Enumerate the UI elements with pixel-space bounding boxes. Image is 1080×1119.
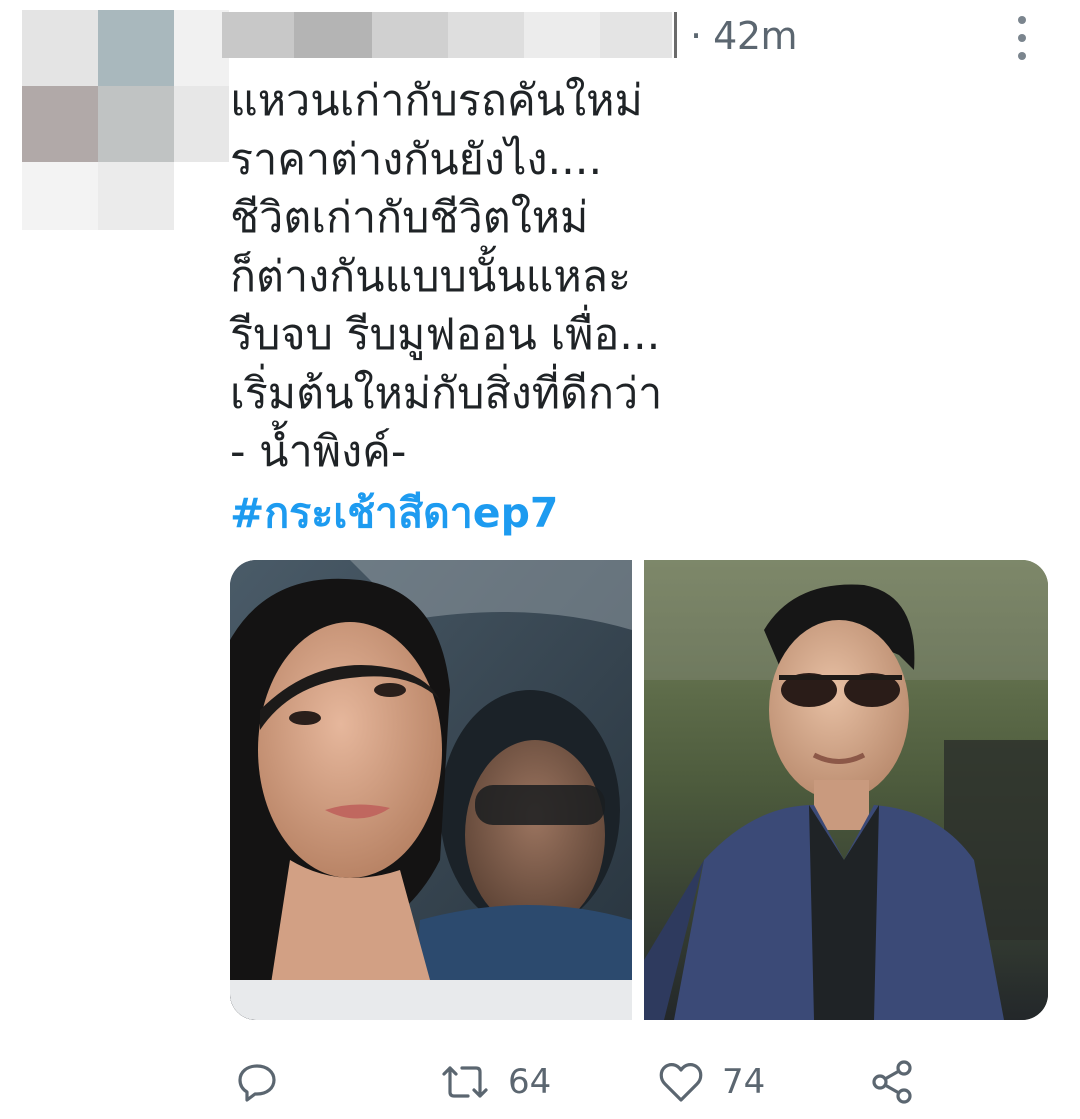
blurred-username[interactable] bbox=[222, 12, 680, 58]
tweet-text: แหวนเก่ากับรถคันใหม่ ราคาต่างกันยังไง...… bbox=[230, 72, 1030, 542]
like-count: 74 bbox=[722, 1062, 766, 1102]
tweet-line: เริ่มต้นใหม่กับสิ่งที่ดีกว่า bbox=[230, 368, 663, 419]
tweet-line: ก็ต่างกันแบบนั้นแหละ bbox=[230, 251, 632, 302]
retweet-count: 64 bbox=[508, 1062, 552, 1102]
tweet-line: รีบจบ รีบมูฟออน เพื่อ... bbox=[230, 310, 661, 360]
retweet-button[interactable]: 64 bbox=[440, 1054, 551, 1110]
tweet-line: แหวนเก่ากับรถคันใหม่ bbox=[230, 76, 643, 126]
share-icon bbox=[872, 1060, 912, 1104]
hashtag-link[interactable]: #กระเช้าสีดาep7 bbox=[230, 484, 1030, 542]
share-button[interactable] bbox=[870, 1054, 916, 1110]
avatar[interactable] bbox=[22, 10, 229, 230]
man-in-suit-image bbox=[644, 560, 1048, 1020]
woman-in-car-image bbox=[230, 560, 632, 1020]
tweet-line: - น้ำพิงค์- bbox=[230, 427, 407, 477]
reply-button[interactable] bbox=[235, 1054, 279, 1110]
tweet-timestamp[interactable]: · 42m bbox=[690, 14, 798, 58]
retweet-icon bbox=[442, 1066, 488, 1098]
media-photo-right[interactable] bbox=[644, 560, 1048, 1020]
tweet-line: ราคาต่างกันยังไง.... bbox=[230, 134, 603, 185]
tweet[interactable]: · 42m แหวนเก่ากับรถคันใหม่ ราคาต่างกันยั… bbox=[0, 0, 1080, 1119]
media-photo-left[interactable] bbox=[230, 560, 632, 1020]
more-options-icon[interactable] bbox=[1010, 16, 1034, 60]
tweet-actions: 64 74 bbox=[230, 1054, 1050, 1114]
reply-icon bbox=[238, 1064, 276, 1102]
tweet-line: ชีวิตเก่ากับชีวิตใหม่ bbox=[230, 193, 589, 243]
heart-icon bbox=[659, 1063, 703, 1102]
like-button[interactable]: 74 bbox=[658, 1054, 765, 1110]
tweet-media bbox=[230, 560, 1048, 1020]
